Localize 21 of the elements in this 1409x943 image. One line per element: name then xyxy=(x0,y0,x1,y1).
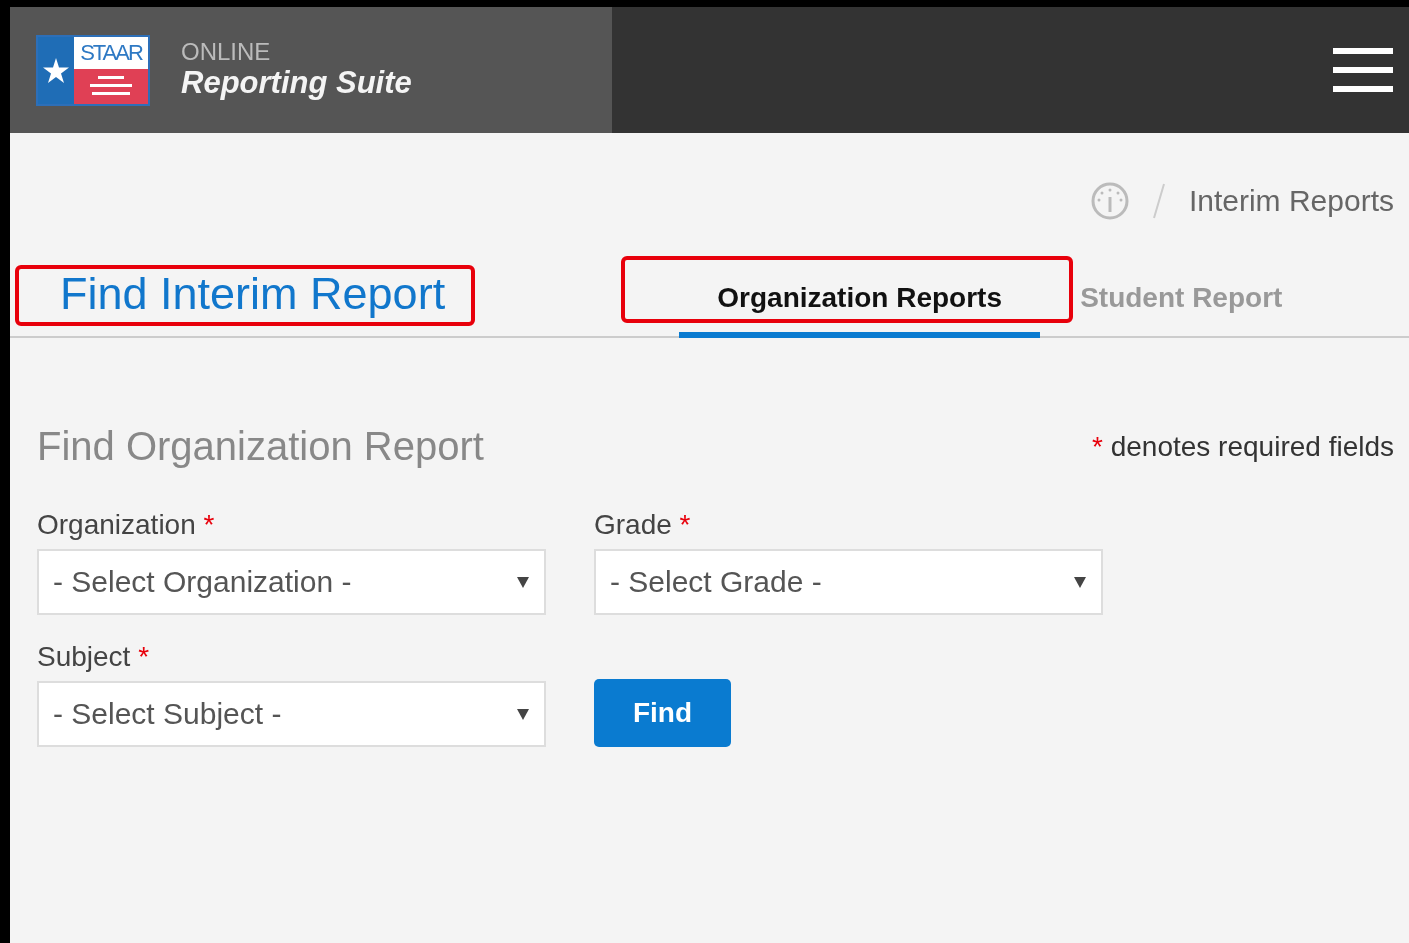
caret-icon xyxy=(1073,575,1087,589)
app-title: Reporting Suite xyxy=(181,65,412,101)
form-title: Find Organization Report xyxy=(37,424,484,469)
breadcrumb-current: Interim Reports xyxy=(1188,184,1394,218)
tab[interactable]: Organization Reports xyxy=(679,282,1041,338)
field-label: Grade * xyxy=(594,509,692,541)
caret-icon xyxy=(516,575,530,589)
field-label: Organization * xyxy=(37,509,216,541)
select-field[interactable]: - Select Grade - xyxy=(594,549,1103,615)
field-label: Subject * xyxy=(37,641,151,673)
caret-icon xyxy=(516,707,530,721)
star-icon xyxy=(43,57,69,83)
menu-icon[interactable] xyxy=(1333,46,1393,94)
breadcrumb-separator-icon xyxy=(1152,183,1165,219)
page-title: Find Interim Report xyxy=(59,269,447,319)
app-subtitle: ONLINE xyxy=(181,39,272,65)
required-note: * denotes required fields xyxy=(1092,430,1394,463)
select-field[interactable]: - Select Subject - xyxy=(37,681,546,747)
find-button[interactable]: Find xyxy=(594,679,731,747)
select-field[interactable]: - Select Organization - xyxy=(37,549,546,615)
logo-text: STAAR xyxy=(74,36,148,69)
